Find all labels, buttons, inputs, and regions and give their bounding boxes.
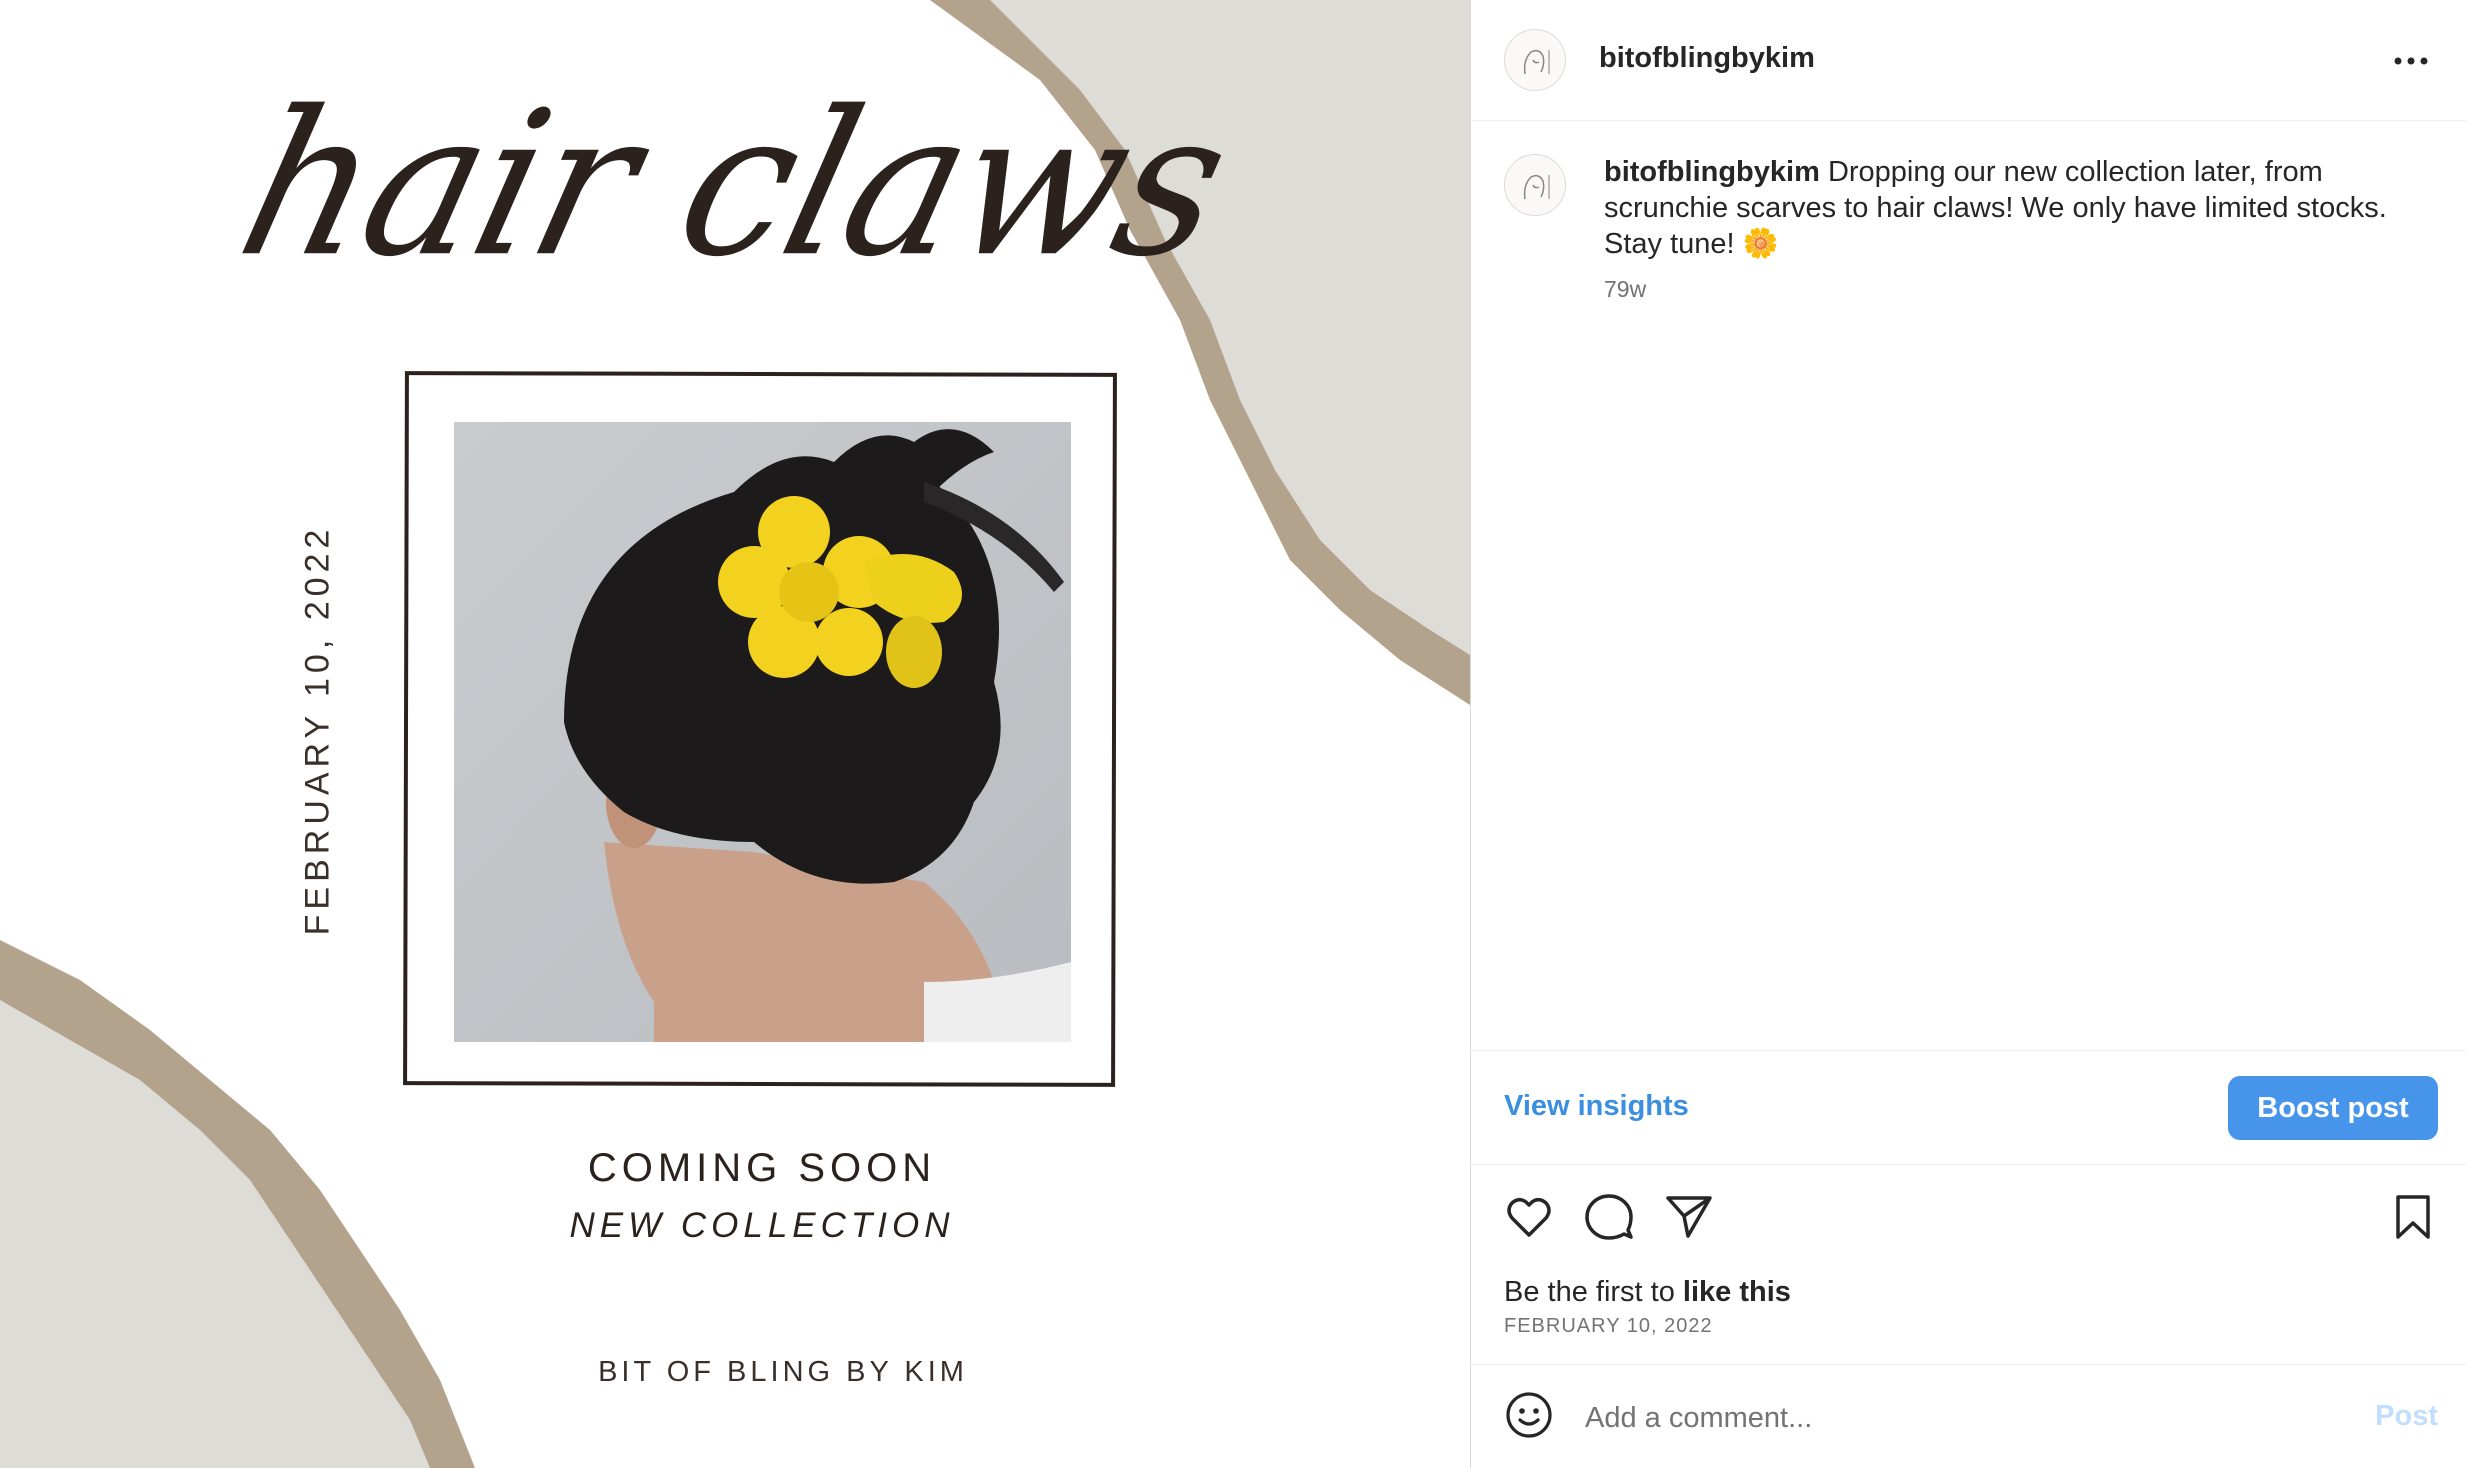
share-icon[interactable]	[1664, 1192, 1714, 1242]
like-this-link[interactable]: like this	[1683, 1276, 1791, 1308]
post-comment-button[interactable]: Post	[2375, 1400, 2438, 1433]
divider	[1471, 1050, 2466, 1051]
more-horizontal-icon	[2394, 57, 2428, 65]
post-image[interactable]: hair claws FEBRUARY 10, 2022 COMING SOON…	[0, 0, 1470, 1468]
new-collection-text: NEW COLLECTION	[569, 1206, 955, 1245]
coming-soon-text: COMING SOON	[587, 1146, 937, 1190]
post-date[interactable]: FEBRUARY 10, 2022	[1504, 1315, 1713, 1338]
post-details-panel: bitofblingbykim bitofblingbykim Dropping…	[1470, 0, 2466, 1468]
header-username[interactable]: bitofblingbykim	[1599, 42, 1815, 75]
comment-input[interactable]	[1583, 1392, 2267, 1444]
boost-post-button[interactable]: Boost post	[2228, 1076, 2438, 1140]
post-header: bitofblingbykim	[1471, 0, 2466, 121]
divider	[1471, 1364, 2466, 1365]
script-title: hair claws	[221, 68, 1248, 301]
likes-line: Be the first to like this	[1504, 1276, 1791, 1309]
avatar[interactable]	[1504, 29, 1566, 91]
date-vertical: FEBRUARY 10, 2022	[298, 524, 337, 936]
avatar-sketch-icon	[1523, 49, 1550, 75]
likes-prefix: Be the first to	[1504, 1276, 1683, 1308]
heart-icon[interactable]	[1504, 1192, 1554, 1242]
caption: bitofblingbykim Dropping our new collect…	[1604, 154, 2424, 262]
caption-avatar[interactable]	[1504, 154, 1566, 216]
bookmark-icon[interactable]	[2388, 1192, 2438, 1242]
view-insights-link[interactable]: View insights	[1504, 1090, 1689, 1123]
avatar-sketch-icon	[1523, 174, 1550, 200]
more-options-button[interactable]	[2386, 36, 2436, 86]
comment-icon[interactable]	[1584, 1192, 1634, 1242]
caption-username[interactable]: bitofblingbykim	[1604, 156, 1820, 188]
product-photo	[454, 422, 1071, 1042]
brand-line-text: BIT OF BLING BY KIM	[598, 1356, 968, 1388]
divider	[1471, 1164, 2466, 1165]
emoji-icon[interactable]	[1504, 1390, 1554, 1440]
caption-age[interactable]: 79w	[1604, 276, 1646, 303]
